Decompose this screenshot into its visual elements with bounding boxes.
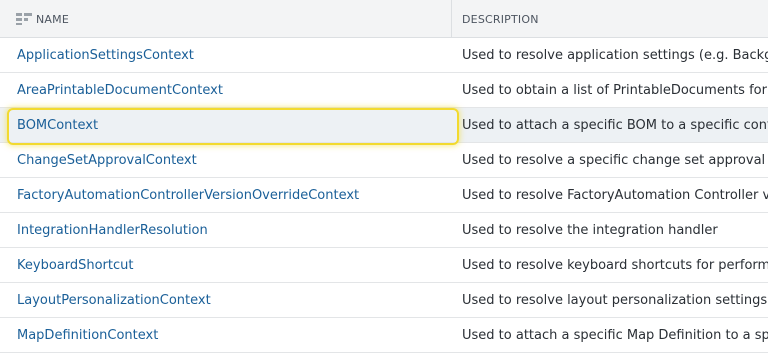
row-description: Used to attach a specific BOM to a speci…	[462, 117, 768, 133]
table-row-selected[interactable]: BOMContext Used to attach a specific BOM…	[0, 108, 768, 143]
table-row[interactable]: AreaPrintableDocumentContext Used to obt…	[0, 73, 768, 108]
column-header-name[interactable]: NAME	[0, 0, 452, 38]
table-row[interactable]: ApplicationSettingsContext Used to resol…	[0, 38, 768, 73]
row-name-link[interactable]: ApplicationSettingsContext	[0, 38, 452, 72]
table-row[interactable]: IntegrationHandlerResolution Used to res…	[0, 213, 768, 248]
table-row[interactable]: KeyboardShortcut Used to resolve keyboar…	[0, 248, 768, 283]
table-header: NAME DESCRIPTION	[0, 0, 768, 38]
table-row[interactable]: MapDefinitionContext Used to attach a sp…	[0, 318, 768, 353]
row-description: Used to resolve a specific change set ap…	[462, 152, 768, 168]
table-row[interactable]: ChangeSetApprovalContext Used to resolve…	[0, 143, 768, 178]
row-name-link[interactable]: FactoryAutomationControllerVersionOverri…	[0, 178, 452, 212]
columns-icon[interactable]	[16, 13, 32, 25]
row-description: Used to obtain a list of PrintableDocume…	[462, 82, 768, 98]
row-name-link[interactable]: ChangeSetApprovalContext	[0, 143, 452, 177]
context-table: NAME DESCRIPTION ApplicationSettingsCont…	[0, 0, 768, 364]
row-description: Used to resolve keyboard shortcuts for p…	[462, 257, 768, 273]
table-row[interactable]: LayoutPersonalizationContext Used to res…	[0, 283, 768, 318]
row-description: Used to resolve layout personalization s…	[462, 292, 768, 308]
row-name-link[interactable]: KeyboardShortcut	[0, 248, 452, 282]
table-row[interactable]: FactoryAutomationControllerVersionOverri…	[0, 178, 768, 213]
row-name-link[interactable]: LayoutPersonalizationContext	[0, 283, 452, 317]
table-body: ApplicationSettingsContext Used to resol…	[0, 38, 768, 353]
row-description: Used to attach a specific Map Definition…	[462, 327, 768, 343]
row-name-link[interactable]: IntegrationHandlerResolution	[0, 213, 452, 247]
row-name-link[interactable]: BOMContext	[0, 108, 452, 142]
row-name-link[interactable]: MapDefinitionContext	[0, 318, 452, 352]
row-name-link[interactable]: AreaPrintableDocumentContext	[0, 73, 452, 107]
row-description: Used to resolve FactoryAutomation Contro…	[462, 187, 768, 203]
row-description: Used to resolve the integration handler	[462, 222, 718, 238]
row-description: Used to resolve application settings (e.…	[462, 47, 768, 63]
column-header-description-label: DESCRIPTION	[462, 12, 539, 26]
column-header-name-label: NAME	[36, 12, 69, 26]
column-header-description[interactable]: DESCRIPTION	[452, 0, 768, 38]
